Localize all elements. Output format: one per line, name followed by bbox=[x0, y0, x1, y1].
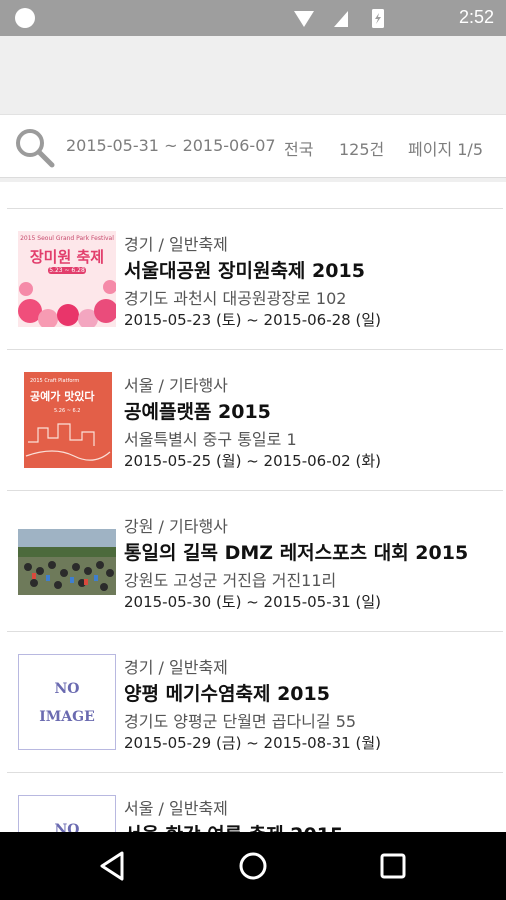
thumb-subtitle: 2015 Craft Platform bbox=[30, 378, 80, 384]
event-category: 경기 / 일반축제 bbox=[124, 658, 228, 677]
navigation-bar bbox=[0, 832, 506, 900]
result-count: 125건 bbox=[339, 140, 385, 159]
event-title[interactable]: 서울 한강 여름 축제 2015 bbox=[124, 820, 343, 832]
event-dates: 2015-05-25 (월) ~ 2015-06-02 (화) bbox=[124, 452, 381, 470]
event-address: 경기도 과천시 대공원광장로 102 bbox=[124, 289, 347, 308]
list-item[interactable]: NO 서울 / 일반축제 서울 한강 여름 축제 2015 bbox=[0, 773, 506, 832]
list-item[interactable]: 2015 Craft Platform 공예가 맛있다 5.26 ~ 6.2 서… bbox=[0, 350, 506, 491]
back-icon[interactable] bbox=[94, 849, 134, 883]
event-title[interactable]: 통일의 길목 DMZ 레저스포츠 대회 2015 bbox=[124, 538, 468, 565]
page-indicator: 페이지 1/5 bbox=[408, 140, 483, 159]
event-address: 경기도 양평군 단월면 곱다니길 55 bbox=[124, 712, 357, 731]
event-title[interactable]: 공예플랫폼 2015 bbox=[124, 397, 271, 424]
event-category: 강원 / 기타행사 bbox=[124, 517, 228, 536]
event-address: 서울특별시 중구 통일로 1 bbox=[124, 430, 297, 449]
event-category: 경기 / 일반축제 bbox=[124, 235, 228, 254]
list-item[interactable]: 2015 Seoul Grand Park Festival 장미원 축제 5.… bbox=[0, 209, 506, 350]
event-category: 서울 / 기타행사 bbox=[124, 376, 228, 395]
thumb-dates: 5.23 ~ 6.28 bbox=[49, 267, 85, 274]
event-address: 강원도 고성군 거진읍 거진11리 bbox=[124, 571, 337, 590]
list-item[interactable]: NO IMAGE 경기 / 일반축제 양평 메기수염축제 2015 경기도 양평… bbox=[0, 632, 506, 773]
search-icon[interactable] bbox=[12, 125, 58, 171]
event-category: 서울 / 일반축제 bbox=[124, 799, 228, 818]
signal-icon bbox=[334, 11, 348, 27]
event-title[interactable]: 양평 메기수염축제 2015 bbox=[124, 679, 330, 706]
no-image-thumbnail: NO IMAGE bbox=[18, 654, 116, 750]
event-thumbnail: 2015 Craft Platform 공예가 맛있다 5.26 ~ 6.2 bbox=[24, 372, 112, 468]
search-bar[interactable]: 2015-05-31 ~ 2015-06-07 전국 125건 페이지 1/5 bbox=[0, 114, 506, 178]
status-time: 2:52 bbox=[458, 7, 494, 27]
recents-icon[interactable] bbox=[373, 849, 413, 883]
status-icons bbox=[294, 9, 384, 28]
event-dates: 2015-05-23 (토) ~ 2015-06-28 (일) bbox=[124, 311, 381, 329]
event-title[interactable]: 서울대공원 장미원축제 2015 bbox=[124, 256, 365, 283]
thumb-title: 공예가 맛있다 bbox=[30, 390, 95, 403]
no-image-thumbnail: NO bbox=[18, 795, 116, 832]
thumb-title: 장미원 축제 bbox=[29, 248, 105, 266]
event-dates: 2015-05-29 (금) ~ 2015-08-31 (월) bbox=[124, 734, 381, 752]
app-bar-area bbox=[0, 36, 506, 114]
event-thumbnail: 2015 Seoul Grand Park Festival 장미원 축제 5.… bbox=[18, 231, 116, 327]
no-image-label: NO bbox=[54, 822, 80, 832]
event-dates: 2015-05-30 (토) ~ 2015-05-31 (일) bbox=[124, 593, 381, 611]
search-date-range[interactable]: 2015-05-31 ~ 2015-06-07 bbox=[66, 136, 276, 155]
status-bar: 2:52 bbox=[0, 0, 506, 36]
event-thumbnail bbox=[18, 529, 116, 595]
no-image-label: IMAGE bbox=[39, 709, 95, 725]
thumb-dates: 5.26 ~ 6.2 bbox=[54, 408, 81, 414]
home-icon[interactable] bbox=[233, 849, 273, 883]
wifi-icon bbox=[294, 11, 314, 27]
list-item[interactable]: 강원 / 기타행사 통일의 길목 DMZ 레저스포츠 대회 2015 강원도 고… bbox=[0, 491, 506, 632]
notification-dot-icon bbox=[15, 8, 35, 28]
event-list[interactable]: 2015 Seoul Grand Park Festival 장미원 축제 5.… bbox=[0, 182, 506, 832]
thumb-subtitle: 2015 Seoul Grand Park Festival bbox=[20, 235, 114, 242]
search-region[interactable]: 전국 bbox=[284, 136, 313, 160]
no-image-label: NO bbox=[54, 681, 80, 697]
